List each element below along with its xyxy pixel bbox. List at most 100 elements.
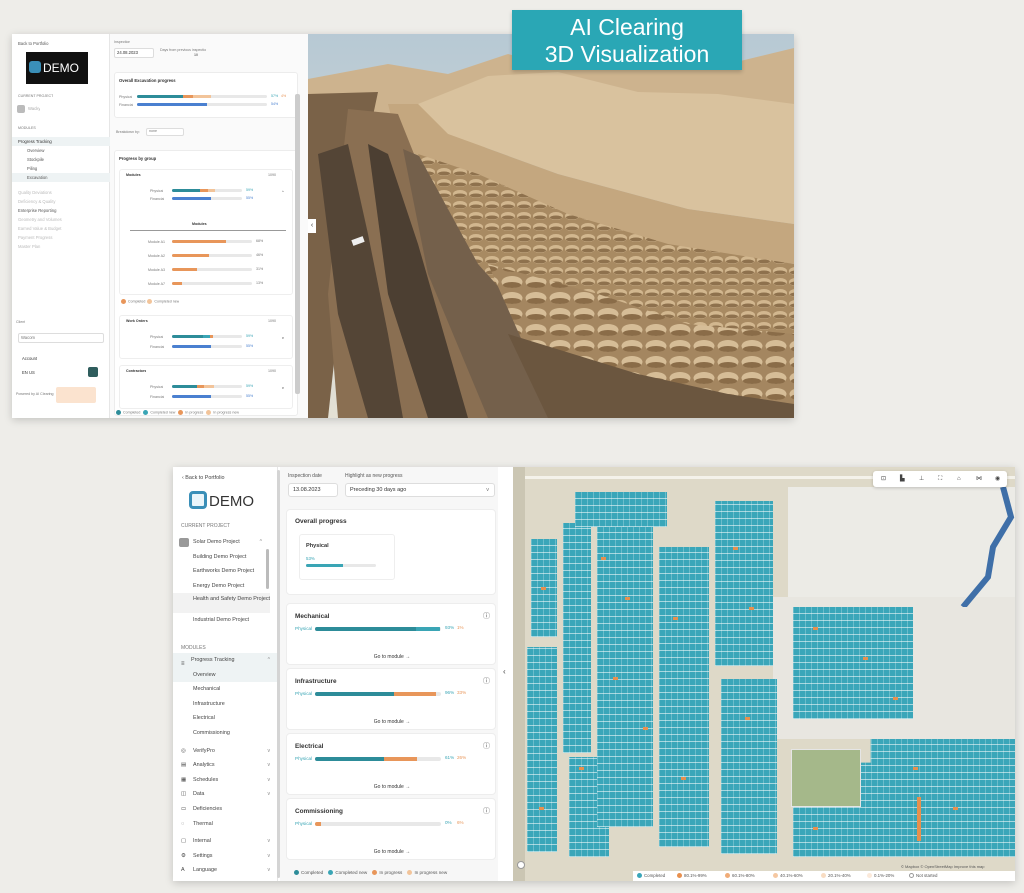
- project-solar-demo[interactable]: Solar Demo Project ^: [173, 535, 270, 550]
- solar-block[interactable]: [715, 501, 773, 666]
- map-attribution[interactable]: © Mapbox © OpenStreetMap Improve this ma…: [901, 864, 985, 869]
- solar-block[interactable]: [527, 647, 557, 852]
- client-select[interactable]: Wacom: [18, 333, 104, 343]
- account-menu[interactable]: Account: [22, 356, 37, 361]
- expand-chevron-icon[interactable]: v: [282, 386, 284, 390]
- info-icon[interactable]: ⓘ: [483, 676, 490, 686]
- sidebar-item-earned-value[interactable]: Earned Value & Budget: [12, 224, 110, 233]
- sidebar-item-verifypro[interactable]: ◎ VerifyPro v: [173, 744, 278, 759]
- 3d-terrain-view[interactable]: ‹: [308, 34, 794, 418]
- gear-icon: ⚙: [181, 852, 186, 859]
- row-bar: [172, 345, 242, 348]
- home-icon[interactable]: ⌂: [957, 471, 961, 487]
- go-to-module-link[interactable]: Go to module →: [287, 654, 497, 660]
- sidebar-item-infrastructure[interactable]: Infrastructure: [173, 697, 278, 712]
- inspection-date-select[interactable]: 24.08.2023: [114, 48, 154, 58]
- sidebar-item-electrical[interactable]: Electrical: [173, 711, 278, 726]
- sidebar-item-thermal[interactable]: ◌ Thermal: [173, 817, 278, 832]
- highlight-select[interactable]: Preceding 30 days ago v: [345, 483, 495, 497]
- sidebar-item-master-plan[interactable]: Master Plan: [12, 242, 110, 251]
- solar-block[interactable]: [721, 679, 777, 854]
- hierarchy-icon[interactable]: ⊥: [919, 471, 924, 487]
- sidebar-item-commissioning[interactable]: Commissioning: [173, 726, 278, 741]
- group-contractors[interactable]: Contractors 1090 Physical 59% Financial …: [119, 365, 293, 409]
- info-icon[interactable]: ⓘ: [483, 806, 490, 816]
- highlight-label: Highlight as new progress: [345, 473, 403, 479]
- sidebar-item-quality[interactable]: Quality Deviations: [12, 188, 110, 197]
- sidebar-item-schedules[interactable]: ▦ Schedules v: [173, 773, 278, 788]
- logo-icon: [29, 61, 41, 73]
- collapse-panel-icon[interactable]: ‹: [308, 219, 316, 233]
- go-to-module-link[interactable]: Go to module →: [287, 719, 497, 725]
- scrollbar[interactable]: [295, 94, 300, 394]
- project-industrial-demo[interactable]: Industrial Demo Project: [173, 613, 270, 628]
- group-name: Contractors: [126, 369, 147, 373]
- sidebar-item-geometry[interactable]: Geometry and Volumes: [12, 215, 110, 224]
- module-delta: 1%: [457, 625, 464, 630]
- sidebar-item-deficiency[interactable]: Deficiency & Quality: [12, 197, 110, 206]
- row-bar: [172, 197, 242, 200]
- logo-icon: [189, 491, 207, 509]
- sidebar-item-progress-tracking[interactable]: ≡ Progress Tracking ^: [173, 653, 278, 668]
- language-select[interactable]: EN US: [22, 370, 35, 375]
- screenshot-icon[interactable]: ⊡: [881, 471, 886, 487]
- info-icon[interactable]: ⓘ: [483, 741, 490, 751]
- sidebar-item-settings[interactable]: ⚙ Settings v: [173, 849, 278, 864]
- module-value: 96%: [445, 690, 455, 695]
- sidebar-item-overview[interactable]: Overview: [12, 146, 110, 155]
- project-list-scrollbar[interactable]: [266, 549, 269, 589]
- project-building-demo[interactable]: Building Demo Project: [173, 550, 270, 565]
- sidebar-item-overview[interactable]: Overview: [173, 667, 278, 683]
- solar-block[interactable]: [659, 547, 709, 847]
- sidebar-item-analytics[interactable]: ▤ Analytics v: [173, 758, 278, 773]
- sidebar-item-enterprise[interactable]: Enterprise Reporting: [12, 206, 110, 215]
- go-to-module-link[interactable]: Go to module →: [287, 784, 497, 790]
- module-delta: 33%: [457, 690, 467, 695]
- collapse-chevron-icon[interactable]: ^: [282, 190, 284, 194]
- solar-block[interactable]: [563, 523, 591, 753]
- project-energy-demo[interactable]: Energy Demo Project: [173, 579, 270, 594]
- sidebar-item-piling[interactable]: Piling: [12, 164, 110, 173]
- fullscreen-icon[interactable]: ⛶: [938, 471, 942, 487]
- project-selector[interactable]: Wacky: [28, 106, 40, 111]
- sidebar-item-data[interactable]: ◫ Data v: [173, 787, 278, 802]
- breakdown-select[interactable]: none: [146, 128, 184, 136]
- chart-icon[interactable]: ▙: [900, 471, 905, 487]
- sidebar-item-excavation[interactable]: Excavation: [12, 173, 110, 182]
- back-to-portfolio-link[interactable]: Back to Portfolio: [18, 41, 49, 46]
- logo-text: DEMO: [209, 493, 254, 510]
- info-icon[interactable]: ⓘ: [483, 611, 490, 621]
- group-name: Work Orders: [126, 319, 148, 323]
- project-earthworks-demo[interactable]: Earthworks Demo Project: [173, 564, 270, 579]
- sidebar-item-progress-tracking[interactable]: Progress Tracking: [12, 137, 110, 146]
- physical-bar: [306, 564, 376, 567]
- solar-block[interactable]: [793, 607, 913, 719]
- inspection-date-select[interactable]: 13.08.2023: [288, 483, 338, 497]
- solar-site-map[interactable]: ⊡ ▙ ⊥ ⛶ ⌂ ⋈ ◉ © Mapbox © OpenStreetMap I…: [513, 467, 1015, 881]
- collapse-panel-icon[interactable]: ‹: [503, 667, 506, 676]
- project-health-safety-demo[interactable]: Health and Safety Demo Project: [173, 593, 270, 614]
- promo-badge[interactable]: [56, 387, 96, 403]
- sidebar-item-payment[interactable]: Payment Progress: [12, 233, 110, 242]
- module-label: Module A1: [148, 240, 165, 244]
- solar-block[interactable]: [597, 527, 653, 827]
- module-value: 31%: [256, 267, 264, 271]
- collapse-button[interactable]: [88, 367, 98, 377]
- go-to-module-link[interactable]: Go to module →: [287, 849, 497, 855]
- layers-icon[interactable]: ◉: [995, 471, 1000, 487]
- sidebar-item-language[interactable]: A Language v: [173, 863, 278, 878]
- thermal-icon: ◌: [181, 820, 185, 827]
- group-modules[interactable]: Modules 1090 Physical 59% Financial 55% …: [119, 169, 293, 295]
- sidebar-item-internal[interactable]: ▢ Internal v: [173, 834, 278, 849]
- sidebar-item-mechanical[interactable]: Mechanical: [173, 682, 278, 697]
- expand-chevron-icon[interactable]: v: [282, 336, 284, 340]
- sidebar-item-deficiencies[interactable]: ▭ Deficiencies: [173, 802, 278, 817]
- sidebar-item-stockpile[interactable]: Stockpile: [12, 155, 110, 164]
- physical-label: Physical: [119, 95, 133, 99]
- share-icon[interactable]: ⋈: [976, 471, 982, 487]
- data-icon: ◫: [181, 791, 187, 798]
- back-to-portfolio-link[interactable]: ‹ Back to Portfolio: [182, 475, 225, 481]
- group-work-orders[interactable]: Work Orders 1090 Physical 59% Financial …: [119, 315, 293, 359]
- row-bar: [172, 335, 242, 338]
- solar-block[interactable]: [575, 492, 667, 527]
